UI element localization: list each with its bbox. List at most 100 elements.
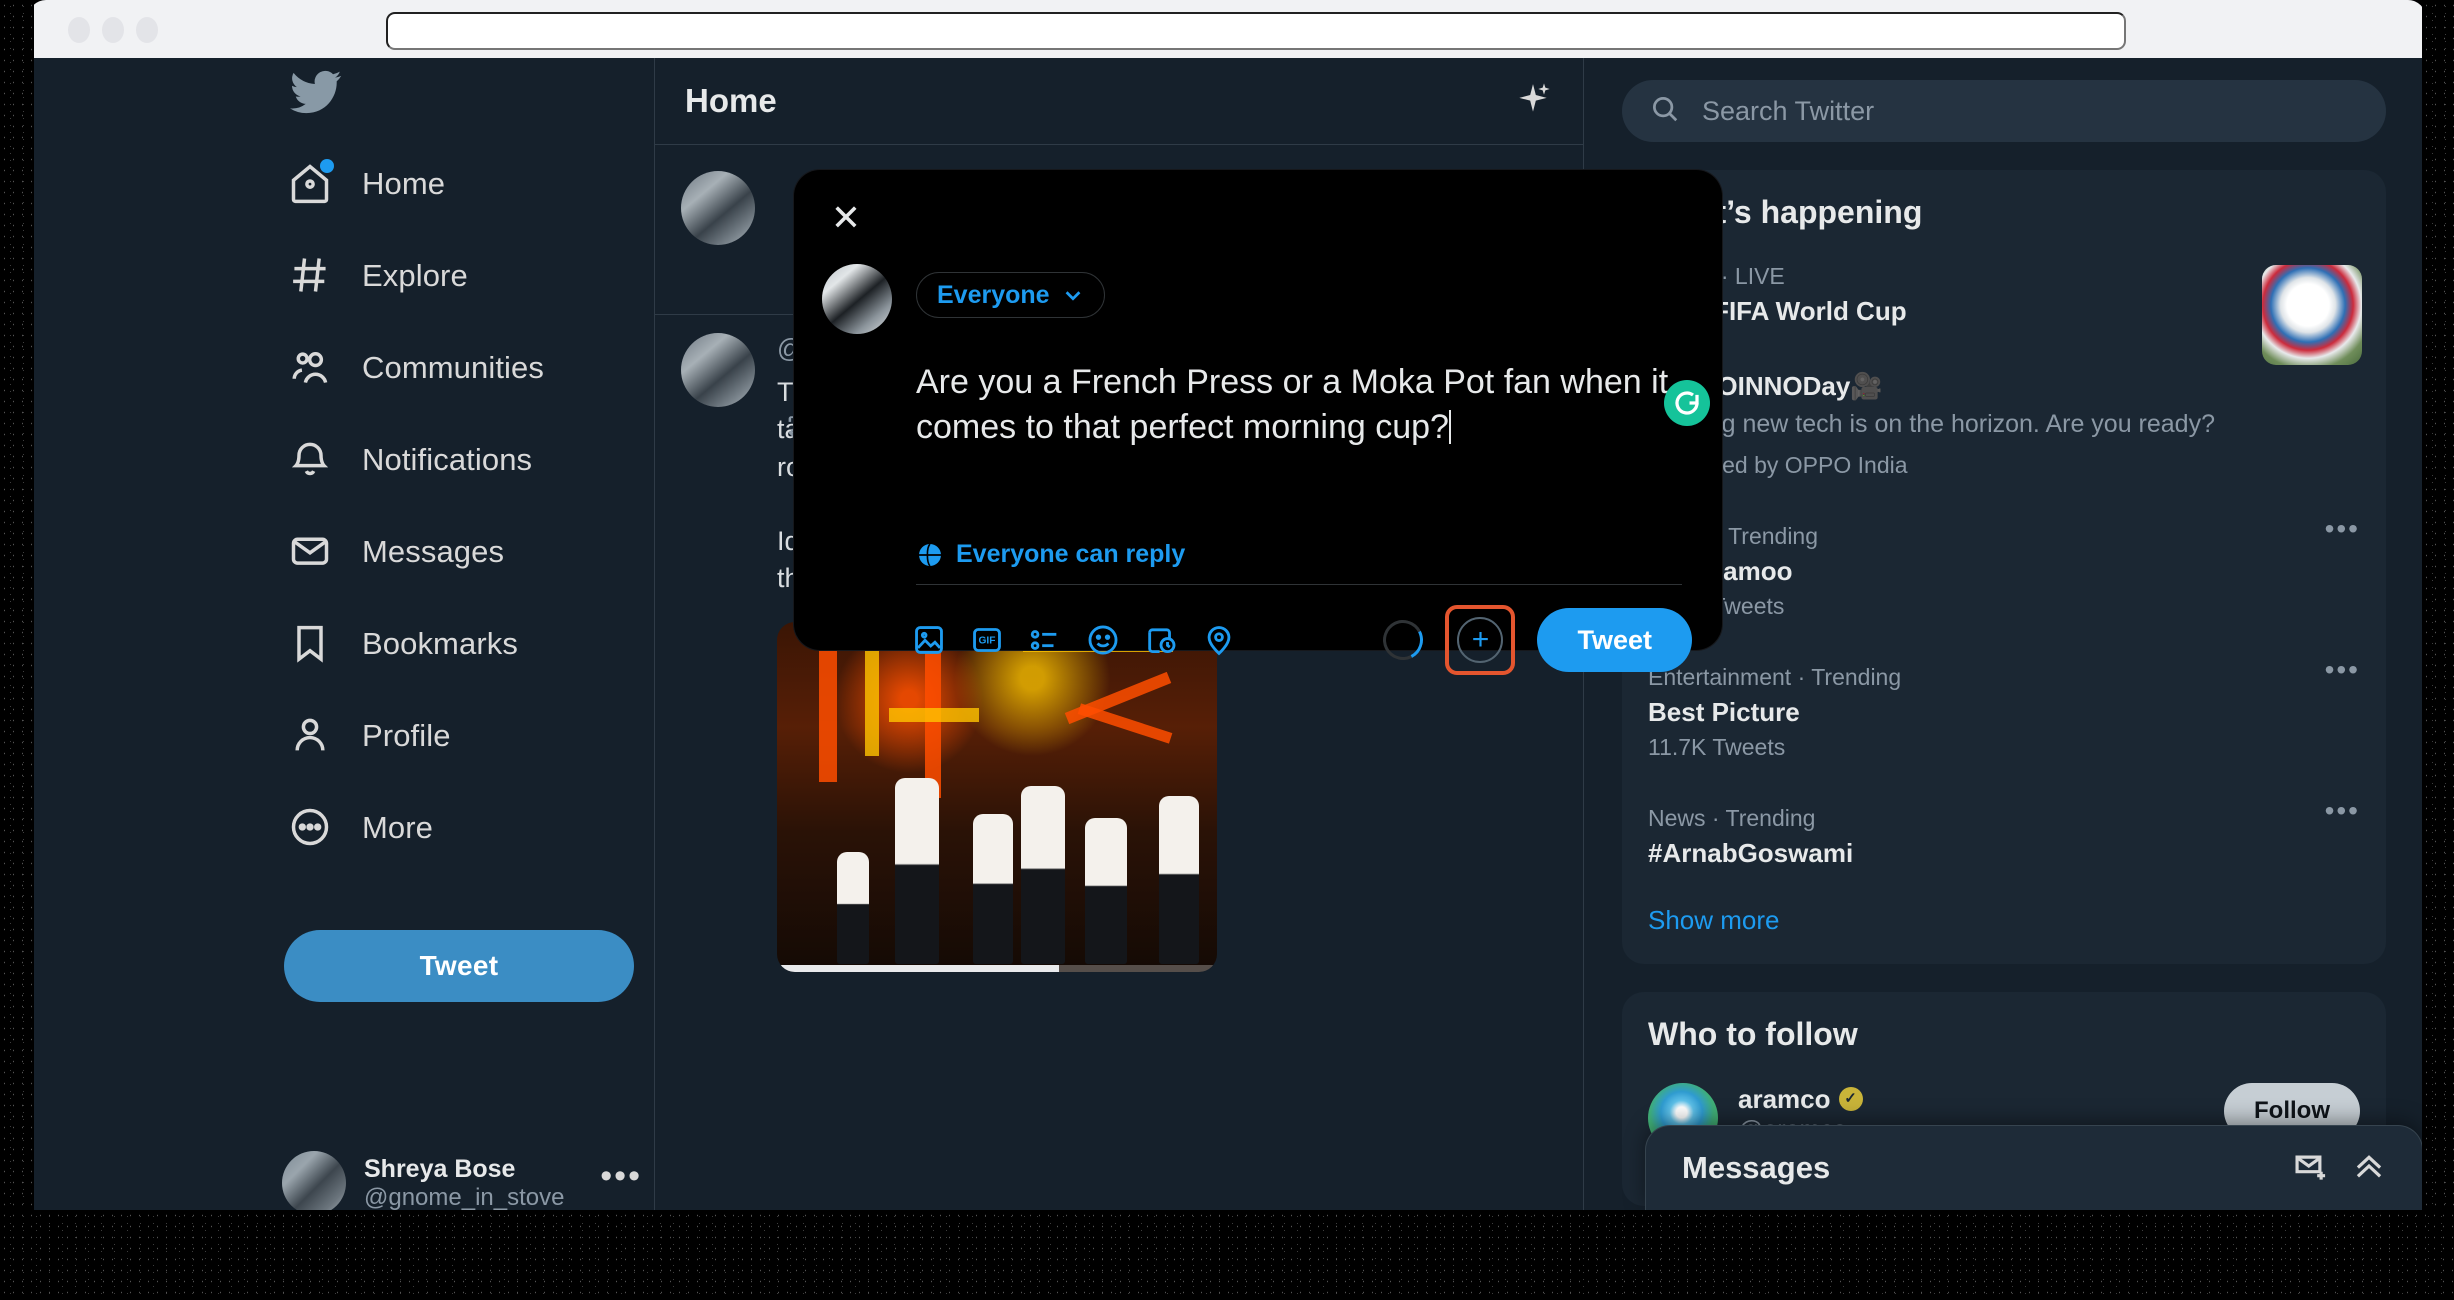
compose-header: Everyone xyxy=(822,264,1694,334)
gif-icon[interactable]: GIF xyxy=(970,617,1028,663)
maximize-window-dot[interactable] xyxy=(136,17,158,43)
trend-count: 11.7K Tweets xyxy=(1648,733,1786,760)
new-message-icon[interactable] xyxy=(2292,1147,2330,1190)
trend-category: Music · Trending xyxy=(1648,522,1819,549)
page-edge-left xyxy=(0,0,34,1300)
compose-toolbar: GIF + Tweet xyxy=(912,602,1692,678)
svg-text:GIF: GIF xyxy=(979,636,996,647)
search-input[interactable] xyxy=(1702,95,2358,127)
account-handle: @gnome_in_stove xyxy=(364,1183,565,1210)
close-window-dot[interactable] xyxy=(68,17,90,43)
character-count-ring xyxy=(1378,614,1429,666)
audience-label: Everyone xyxy=(937,280,1050,309)
person-icon xyxy=(288,713,334,759)
avatar xyxy=(282,1151,346,1210)
sidebar-item-messages[interactable]: Messages xyxy=(274,518,524,586)
primary-sidebar: Home Explore Communities Notifications M… xyxy=(34,58,654,1210)
trend-item-arnab-goswami[interactable]: News · Trending #ArnabGoswami ••• xyxy=(1622,779,2386,887)
compose-tweet-button[interactable]: Tweet xyxy=(284,930,634,1002)
sidebar-item-more[interactable]: More xyxy=(274,794,453,862)
account-more-icon[interactable]: ••• xyxy=(600,1157,642,1196)
search-box[interactable] xyxy=(1622,80,2386,142)
trend-name: #mamamoo xyxy=(1648,556,2360,587)
sidebar-item-bookmarks[interactable]: Bookmarks xyxy=(274,610,538,678)
home-unread-badge xyxy=(320,159,334,173)
submit-tweet-button[interactable]: Tweet xyxy=(1537,608,1692,672)
account-name-text: aramco xyxy=(1738,1083,1831,1114)
minimize-window-dot[interactable] xyxy=(102,17,124,43)
sidebar-item-label: Notifications xyxy=(362,442,533,477)
more-circle-icon xyxy=(288,805,334,851)
chevron-up-icon[interactable] xyxy=(2350,1147,2388,1190)
page-edge-right xyxy=(2422,0,2454,1300)
account-identity: Shreya Bose @gnome_in_stove xyxy=(364,1154,582,1210)
timeline-header: Home xyxy=(655,58,1583,144)
audience-selector[interactable]: Everyone xyxy=(916,272,1105,318)
trend-more-icon[interactable]: ••• xyxy=(2325,654,2360,686)
sidebar-item-label: Communities xyxy=(362,350,544,385)
bell-icon xyxy=(288,437,334,483)
sidebar-item-label: Explore xyxy=(362,258,468,293)
show-more-link[interactable]: Show more xyxy=(1622,887,2386,964)
trend-name: #OPPOINNODay🎥 xyxy=(1648,371,1883,401)
grammarly-icon[interactable] xyxy=(1664,380,1710,426)
trend-count: 9,906 Tweets xyxy=(1648,592,1785,619)
reply-setting[interactable]: Everyone can reply xyxy=(916,540,1185,569)
account-display-name: Shreya Bose xyxy=(364,1154,516,1183)
avatar xyxy=(681,333,755,407)
sidebar-item-label: Home xyxy=(362,166,446,201)
address-bar[interactable] xyxy=(386,12,2126,50)
trend-item-promoted-oppo[interactable]: #OPPOINNODay🎥 Exciting new tech is on th… xyxy=(1622,345,2386,497)
search-icon xyxy=(1650,94,1680,129)
trend-name: 2022 FIFA World Cup xyxy=(1648,296,1907,326)
trend-description: Exciting new tech is on the horizon. Are… xyxy=(1648,410,2215,438)
account-display-name: aramco ✓ xyxy=(1738,1083,2204,1116)
account-switcher[interactable]: Shreya Bose @gnome_in_stove ••• xyxy=(282,1143,642,1210)
twitter-bird-logo[interactable] xyxy=(290,66,350,126)
sparkle-icon[interactable] xyxy=(1513,80,1553,120)
location-icon[interactable] xyxy=(1202,617,1260,663)
avatar xyxy=(681,171,755,245)
card-title: What’s happening xyxy=(1648,194,1923,230)
avatar xyxy=(822,264,892,334)
card-title: Who to follow xyxy=(1648,1015,1858,1052)
trend-more-icon[interactable]: ••• xyxy=(2325,795,2360,827)
messages-dock[interactable]: Messages xyxy=(1646,1126,2422,1210)
chevron-down-icon xyxy=(1065,291,1080,301)
text-cursor xyxy=(1448,409,1451,444)
video-progress-bar[interactable] xyxy=(777,964,1217,972)
emoji-icon[interactable] xyxy=(1086,617,1144,663)
poll-icon[interactable] xyxy=(1028,617,1086,663)
sidebar-item-label: Profile xyxy=(362,718,451,753)
home-icon xyxy=(288,159,334,207)
sidebar-item-profile[interactable]: Profile xyxy=(274,702,471,770)
sidebar-item-notifications[interactable]: Notifications xyxy=(274,426,552,494)
sidebar-item-label: More xyxy=(362,810,434,845)
bookmark-icon xyxy=(288,621,334,667)
browser-window-chrome xyxy=(28,0,2426,58)
sidebar-item-communities[interactable]: Communities xyxy=(274,334,564,402)
promoted-label: Promoted by OPPO India xyxy=(1648,451,1908,478)
schedule-icon[interactable] xyxy=(1144,617,1202,663)
trend-item-world-cup[interactable]: Sports · LIVE 2022 FIFA World Cup xyxy=(1622,249,2386,365)
add-tweet-highlight-box: + xyxy=(1445,605,1516,675)
sidebar-item-label: Messages xyxy=(362,534,505,569)
trend-more-icon[interactable]: ••• xyxy=(2325,513,2360,545)
page-edge-bottom xyxy=(0,1210,2454,1300)
compose-tweet-modal: ✕ Everyone Are you a French Press or a M… xyxy=(794,170,1722,675)
sidebar-item-explore[interactable]: Explore xyxy=(274,242,488,310)
trend-item-mamamoo[interactable]: Music · Trending #mamamoo 9,906 Tweets •… xyxy=(1622,497,2386,638)
trend-name: Best Picture xyxy=(1648,696,1800,727)
add-tweet-button[interactable]: + xyxy=(1457,617,1504,663)
sidebar-item-home[interactable]: Home xyxy=(274,150,465,218)
image-icon[interactable] xyxy=(912,617,970,663)
compose-text-value: Are you a French Press or a Moka Pot fan… xyxy=(916,363,1669,446)
close-icon[interactable]: ✕ xyxy=(820,192,872,244)
sidebar-item-label: Bookmarks xyxy=(362,626,518,661)
trend-item-best-picture[interactable]: Entertainment · Trending Best Picture 11… xyxy=(1622,638,2386,779)
messages-dock-title: Messages xyxy=(1682,1150,1831,1185)
tweet-compose-input[interactable]: Are you a French Press or a Moka Pot fan… xyxy=(916,360,1694,500)
globe-icon xyxy=(919,542,941,567)
page-title: Home xyxy=(685,82,777,119)
reply-setting-label: Everyone can reply xyxy=(956,540,1186,568)
